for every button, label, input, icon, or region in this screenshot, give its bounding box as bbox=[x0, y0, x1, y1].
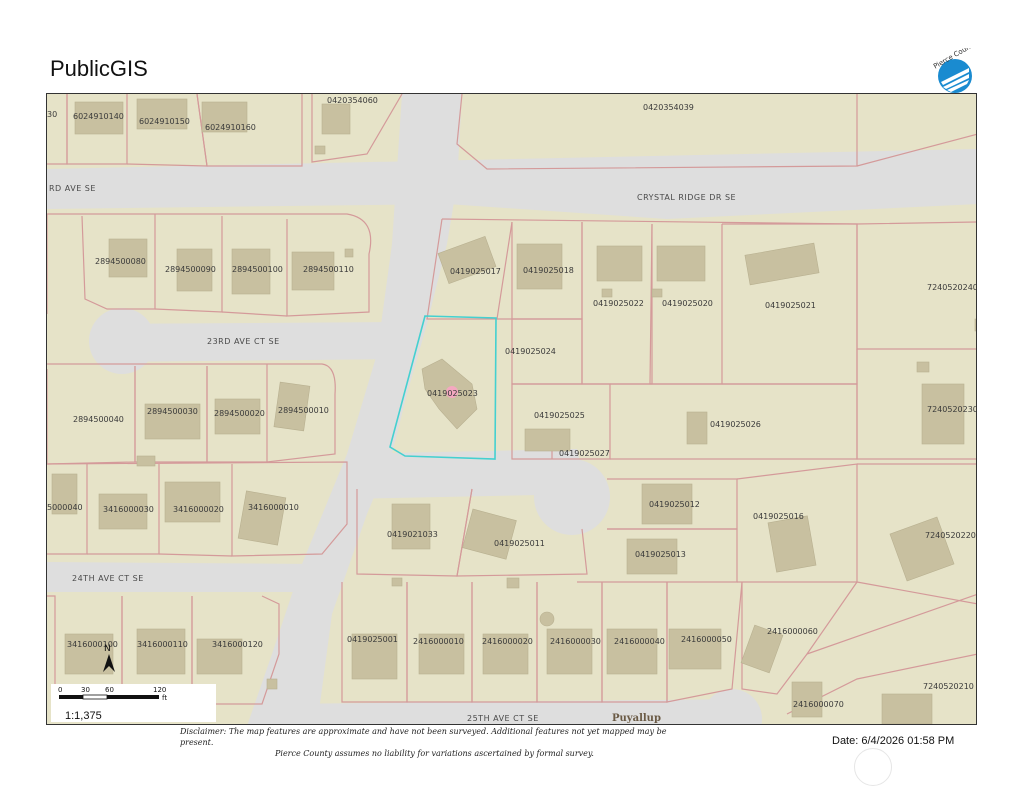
parcel-label[interactable]: 7240520230 bbox=[927, 405, 977, 414]
parcel-label[interactable]: 0419025026 bbox=[710, 420, 761, 429]
street-label-rd-ave: RD AVE SE bbox=[49, 184, 96, 193]
parcel-label[interactable]: 0419025020 bbox=[662, 299, 713, 308]
parcel-label[interactable]: 2894500020 bbox=[214, 409, 265, 418]
scale-tick-label: 0 bbox=[58, 686, 62, 694]
street-label-24th-ave-ct: 24TH AVE CT SE bbox=[72, 574, 144, 583]
print-date: Date: 6/4/2026 01:58 PM bbox=[832, 735, 955, 747]
disclaimer: Disclaimer: The map features are approxi… bbox=[180, 726, 700, 759]
parcel-label[interactable]: 6024910150 bbox=[139, 117, 190, 126]
parcel-label[interactable]: 2894500080 bbox=[95, 257, 146, 266]
parcel-label[interactable]: 0419025013 bbox=[635, 550, 686, 559]
parcel-label[interactable]: 3416000020 bbox=[173, 505, 224, 514]
parcel-label[interactable]: 2416000010 bbox=[413, 637, 464, 646]
parcel-label[interactable]: 2894500110 bbox=[303, 265, 354, 274]
map-view[interactable]: RD AVE SE CRYSTAL RIDGE DR SE 23RD AVE C… bbox=[46, 93, 977, 725]
scale-tick-label: 60 bbox=[105, 686, 114, 694]
street-label-25th-ave: 25TH AVE CT SE bbox=[467, 714, 539, 723]
parcel-label[interactable]: 0419025017 bbox=[450, 267, 501, 276]
parcel-label[interactable]: 3416000110 bbox=[137, 640, 188, 649]
parcel-label[interactable]: 2416000070 bbox=[793, 700, 844, 709]
parcel-label[interactable]: 2894500010 bbox=[278, 406, 329, 415]
parcel-label[interactable]: 6024910160 bbox=[205, 123, 256, 132]
parcel-label[interactable]: 0419025022 bbox=[593, 299, 644, 308]
parcel-label[interactable]: 7240520210 bbox=[923, 682, 974, 691]
scale-ratio: 1:1,375 bbox=[65, 710, 102, 722]
parcel-label[interactable]: 3416000010 bbox=[248, 503, 299, 512]
parcel-label[interactable]: 2894500040 bbox=[73, 415, 124, 424]
parcel-label[interactable]: 2416000020 bbox=[482, 637, 533, 646]
parcel-label[interactable]: 2894500100 bbox=[232, 265, 283, 274]
scale-bar: 0 30 60 120 ft 1:1,375 bbox=[51, 684, 216, 722]
city-label: Puyallup bbox=[612, 713, 661, 724]
parcel-label[interactable]: 0419025023 bbox=[427, 389, 478, 398]
parcel-label[interactable]: 5000040 bbox=[47, 503, 83, 512]
parcel-label[interactable]: 0419025024 bbox=[505, 347, 556, 356]
page-title: PublicGIS bbox=[50, 56, 148, 81]
parcel-label[interactable]: 2416000040 bbox=[614, 637, 665, 646]
parcel-label[interactable]: 0420354039 bbox=[643, 103, 694, 112]
parcel-label[interactable]: 0419025011 bbox=[494, 539, 545, 548]
parcel-label[interactable]: 2416000030 bbox=[550, 637, 601, 646]
street-label-23rd-ave-ct: 23RD AVE CT SE bbox=[207, 337, 280, 346]
parcel-label[interactable]: 0419025018 bbox=[523, 266, 574, 275]
parcel-label[interactable]: 2894500030 bbox=[147, 407, 198, 416]
parcel-label[interactable]: 0419025021 bbox=[765, 301, 816, 310]
parcel-label[interactable]: 2416000060 bbox=[767, 627, 818, 636]
watermark-icon bbox=[854, 748, 892, 786]
parcel-label[interactable]: 0420354060 bbox=[327, 96, 378, 105]
parcel-label[interactable]: 0419025025 bbox=[534, 411, 585, 420]
scale-tick-label: 30 bbox=[81, 686, 90, 694]
north-label: N bbox=[104, 644, 111, 654]
parcel-label[interactable]: 0419025012 bbox=[649, 500, 700, 509]
parcel-label[interactable]: 0419025016 bbox=[753, 512, 804, 521]
street-label-crystal-ridge: CRYSTAL RIDGE DR SE bbox=[637, 193, 736, 202]
parcel-label[interactable]: 2416000050 bbox=[681, 635, 732, 644]
parcel-label[interactable]: 6024910140 bbox=[73, 112, 124, 121]
parcel-label[interactable]: 0419025027 bbox=[559, 449, 610, 458]
parcel-label[interactable]: 30 bbox=[47, 110, 57, 119]
parcel-label[interactable]: 2894500090 bbox=[165, 265, 216, 274]
parcel-label[interactable]: 7240520240 bbox=[927, 283, 977, 292]
pierce-county-logo: Pierce County bbox=[925, 39, 981, 96]
disclaimer-line-1: Disclaimer: The map features are approxi… bbox=[180, 727, 667, 747]
parcel-label[interactable]: 3416000030 bbox=[103, 505, 154, 514]
scale-tick-label: 120 bbox=[153, 686, 166, 694]
parcel-label[interactable]: 3416000120 bbox=[212, 640, 263, 649]
parcel-label[interactable]: 7240520220 bbox=[925, 531, 976, 540]
parcel-label[interactable]: 0419025001 bbox=[347, 635, 398, 644]
scale-unit-label: ft bbox=[162, 694, 167, 702]
disclaimer-line-2: Pierce County assumes no liability for v… bbox=[275, 749, 594, 758]
parcel-label[interactable]: 0419021033 bbox=[387, 530, 438, 539]
